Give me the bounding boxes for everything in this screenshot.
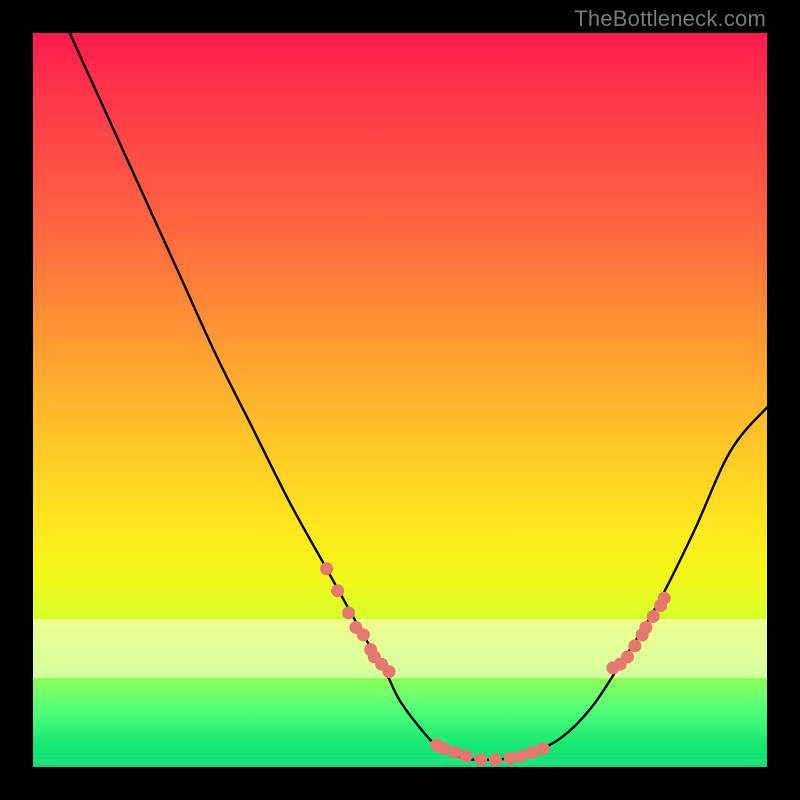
marker-dot [647, 610, 660, 623]
marker-dot [438, 742, 451, 755]
marker-dot [658, 592, 671, 605]
curve-layer [33, 33, 767, 767]
marker-dot [537, 742, 550, 755]
marker-dot [628, 639, 641, 652]
marker-dot [621, 650, 634, 663]
marker-dot [460, 750, 473, 763]
marker-dot [320, 562, 333, 575]
marker-dot [639, 621, 652, 634]
marker-dot [357, 628, 370, 641]
marker-dot [342, 606, 355, 619]
marker-dot [489, 753, 502, 766]
marker-dot [449, 746, 462, 759]
plot-area [33, 33, 767, 767]
marker-dot [383, 665, 396, 678]
bottleneck-curve [70, 33, 767, 760]
watermark-text: TheBottleneck.com [574, 6, 766, 32]
marker-dot [331, 584, 344, 597]
marker-dot [526, 746, 539, 759]
marker-dot [504, 752, 517, 765]
marker-dot [474, 753, 487, 766]
chart-frame: TheBottleneck.com [0, 0, 800, 800]
marker-dot [515, 750, 528, 763]
